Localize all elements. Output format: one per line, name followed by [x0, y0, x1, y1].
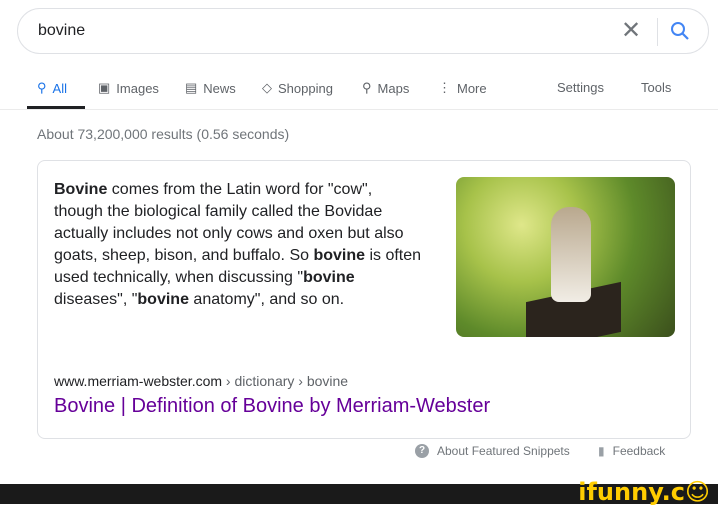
snippet-image[interactable]	[456, 177, 675, 337]
close-icon[interactable]: ✕	[621, 19, 641, 43]
search-input[interactable]	[38, 19, 598, 43]
tab-label: More	[457, 80, 487, 96]
tab-images[interactable]: ▣ Images	[98, 80, 159, 96]
tools-button[interactable]: Tools	[641, 80, 671, 95]
search-icon[interactable]	[670, 21, 690, 41]
snippet-part: bovine	[313, 247, 366, 264]
result-stats: About 73,200,000 results (0.56 seconds)	[37, 126, 290, 142]
snippet-part: bovine	[303, 269, 355, 286]
watermark-bar: ifunny.c☺	[0, 478, 718, 506]
cite-domain: www.merriam-webster.com	[54, 373, 223, 389]
tab-label: Images	[116, 80, 159, 96]
tab-label: Shopping	[278, 80, 333, 96]
snippet-part: Bovine	[54, 181, 108, 198]
snippet-part: anatomy", and so on.	[188, 291, 345, 308]
featured-snippet: Bovine comes from the Latin word for "co…	[37, 160, 691, 439]
snippet-part: diseases", "	[54, 291, 138, 308]
search-box: ✕	[17, 8, 709, 54]
help-icon: ?	[415, 444, 429, 458]
feedback-link[interactable]: ▮ Feedback	[598, 444, 665, 458]
active-tab-indicator	[27, 106, 85, 109]
search-tabs: ⚲ All ▣ Images ▤ News ◇ Shopping ⚲ Maps ⋮ More…	[0, 70, 718, 110]
tab-maps[interactable]: ⚲ Maps	[362, 80, 409, 96]
ifunny-logo: ifunny.c☺	[578, 478, 710, 506]
tab-more[interactable]: ⋮ More	[438, 80, 487, 96]
feedback-label: Feedback	[612, 444, 666, 458]
tab-label: Maps	[377, 80, 410, 96]
tab-news[interactable]: ▤ News	[185, 80, 236, 96]
tab-label: News	[203, 80, 236, 96]
tab-all[interactable]: ⚲ All	[37, 80, 67, 96]
about-featured-snippets-link[interactable]: ? About Featured Snippets	[415, 444, 570, 458]
cat	[551, 207, 591, 302]
snippet-part: bovine	[137, 291, 189, 308]
pin-icon: ⚲	[362, 80, 372, 95]
tag-icon: ◇	[262, 80, 272, 95]
result-title-link[interactable]: Bovine | Definition of Bovine by Merriam…	[54, 395, 490, 418]
tab-shopping[interactable]: ◇ Shopping	[262, 80, 333, 96]
feedback-icon: ▮	[598, 444, 605, 458]
image-icon: ▣	[98, 80, 111, 95]
result-url: www.merriam-webster.com › dictionary › b…	[54, 373, 348, 389]
tab-label: All	[52, 80, 67, 96]
dots-icon: ⋮	[438, 80, 451, 95]
about-label: About Featured Snippets	[437, 444, 570, 458]
cite-path: › dictionary › bovine	[222, 373, 349, 389]
divider	[657, 18, 658, 46]
news-icon: ▤	[185, 80, 198, 95]
snippet-text: Bovine comes from the Latin word for "co…	[54, 179, 424, 311]
search-icon: ⚲	[37, 80, 47, 95]
settings-button[interactable]: Settings	[557, 80, 604, 95]
